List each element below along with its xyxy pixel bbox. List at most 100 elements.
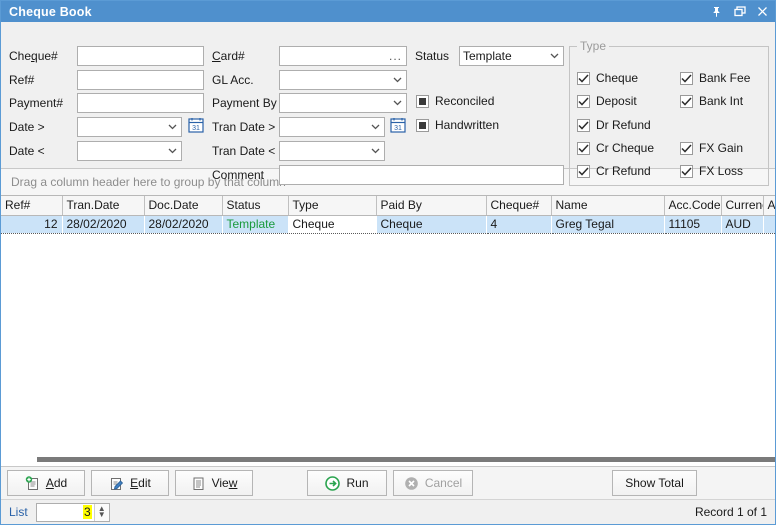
date-gt-calendar-icon[interactable]: 31 xyxy=(188,117,204,133)
date-lt-combo[interactable] xyxy=(77,141,182,161)
cell-type[interactable]: Cheque xyxy=(288,214,376,234)
label-status: Status xyxy=(415,49,450,63)
edit-button[interactable]: Edit xyxy=(91,470,169,496)
comment-input[interactable] xyxy=(279,165,564,185)
stepper-down-icon[interactable]: ▼ xyxy=(98,511,106,519)
payment-by-combo[interactable] xyxy=(279,93,407,113)
run-button[interactable]: Run xyxy=(307,470,387,496)
restore-icon[interactable] xyxy=(729,2,750,21)
add-button-label: Add xyxy=(45,476,68,490)
scrollbar-thumb[interactable] xyxy=(37,457,775,462)
list-label: List xyxy=(9,505,28,519)
checkmark-icon xyxy=(577,71,590,85)
ref-no-input[interactable] xyxy=(77,70,204,90)
cell-status[interactable]: Template xyxy=(222,214,288,234)
table-row[interactable]: 12 28/02/2020 28/02/2020 Template Cheque… xyxy=(1,214,775,234)
type-groupbox: Type Cheque Bank Fee Deposit Bank Int Dr… xyxy=(569,39,769,186)
chevron-down-icon xyxy=(393,94,402,112)
checkmark-icon xyxy=(577,141,590,155)
checkmark-icon xyxy=(680,164,693,178)
view-button[interactable]: View xyxy=(175,470,253,496)
tran-date-gt-calendar-icon[interactable]: 31 xyxy=(390,117,406,133)
edit-button-label: Edit xyxy=(130,476,151,490)
column-header-name[interactable]: Name xyxy=(551,196,665,216)
cell-name[interactable]: Greg Tegal xyxy=(551,214,664,234)
type-checkbox-dr-refund[interactable]: Dr Refund xyxy=(577,118,651,132)
show-total-button-label: Show Total xyxy=(625,476,684,490)
type-checkbox-bank-fee[interactable]: Bank Fee xyxy=(680,71,750,85)
column-header-paid-by[interactable]: Paid By xyxy=(376,196,487,216)
column-header-cheque-no[interactable]: Cheque# xyxy=(486,196,552,216)
type-checkbox-fx-loss[interactable]: FX Loss xyxy=(680,164,743,178)
cancel-button: Cancel xyxy=(393,470,473,496)
type-checkbox-fx-gain[interactable]: FX Gain xyxy=(680,141,743,155)
type-label-fx-loss: FX Loss xyxy=(699,164,744,178)
cheque-book-window: Cheque Book Cheque# Ref# Payment# Date >… xyxy=(0,0,776,525)
title-bar: Cheque Book xyxy=(1,1,775,22)
type-checkbox-bank-int[interactable]: Bank Int xyxy=(680,94,743,108)
label-gl-acc: GL Acc. xyxy=(212,73,254,87)
list-number-value[interactable]: 3 xyxy=(37,504,94,521)
type-label-dr-refund: Dr Refund xyxy=(596,118,651,132)
checkmark-icon xyxy=(680,71,693,85)
card-no-input[interactable]: ... xyxy=(279,46,407,66)
type-label-cr-refund: Cr Refund xyxy=(596,164,651,178)
column-header-acc-code[interactable]: Acc.Code xyxy=(664,196,722,216)
gl-acc-combo[interactable] xyxy=(279,70,407,90)
type-checkbox-deposit[interactable]: Deposit xyxy=(577,94,637,108)
cell-acc-code[interactable]: 11105 xyxy=(664,214,721,234)
close-icon[interactable] xyxy=(752,2,773,21)
edit-pencil-icon xyxy=(109,476,124,491)
filter-panel: Cheque# Ref# Payment# Date > Date < 31 C… xyxy=(1,22,775,186)
add-button[interactable]: Add xyxy=(7,470,85,496)
type-checkbox-cheque[interactable]: Cheque xyxy=(577,71,638,85)
type-checkbox-cr-cheque[interactable]: Cr Cheque xyxy=(577,141,654,155)
window-title: Cheque Book xyxy=(9,4,92,19)
label-tran-date-gt: Tran Date > xyxy=(212,120,276,134)
cheque-no-input[interactable] xyxy=(77,46,204,66)
chevron-down-icon xyxy=(371,118,380,136)
column-header-ref-no[interactable]: Ref# xyxy=(1,196,63,216)
horizontal-scrollbar[interactable] xyxy=(4,456,775,464)
cancel-icon xyxy=(404,476,419,491)
checkbox-indeterminate-icon xyxy=(416,118,429,132)
type-label-deposit: Deposit xyxy=(596,94,637,108)
status-combo[interactable]: Template xyxy=(459,46,564,66)
payment-no-input[interactable] xyxy=(77,93,204,113)
tran-date-gt-combo[interactable] xyxy=(279,117,385,137)
date-gt-combo[interactable] xyxy=(77,117,182,137)
column-header-currency[interactable]: Currenc xyxy=(721,196,764,216)
checkmark-icon xyxy=(577,94,590,108)
handwritten-checkbox[interactable]: Handwritten xyxy=(416,118,499,132)
cell-doc-date[interactable]: 28/02/2020 xyxy=(144,214,222,234)
checkmark-icon xyxy=(680,94,693,108)
list-number-stepper[interactable]: 3 ▲ ▼ xyxy=(35,502,110,522)
cell-tran-date[interactable]: 28/02/2020 xyxy=(62,214,144,234)
pin-icon[interactable] xyxy=(706,2,727,21)
column-header-type[interactable]: Type xyxy=(288,196,377,216)
records-grid[interactable]: Ref# Tran.Date Doc.Date Status Type Paid… xyxy=(1,196,775,467)
stepper-buttons[interactable]: ▲ ▼ xyxy=(93,503,109,521)
tran-date-lt-combo[interactable] xyxy=(279,141,385,161)
type-checkbox-cr-refund[interactable]: Cr Refund xyxy=(577,164,651,178)
type-label-cheque: Cheque xyxy=(596,71,639,85)
cell-amt[interactable]: $200.0 xyxy=(763,214,775,234)
cell-cheque-no[interactable]: 4 xyxy=(486,214,551,234)
cell-currency[interactable]: AUD xyxy=(721,214,763,234)
svg-text:31: 31 xyxy=(394,125,402,132)
checkmark-icon xyxy=(577,118,590,132)
record-counter: Record 1 of 1 xyxy=(694,505,767,519)
reconciled-label: Reconciled xyxy=(435,94,495,108)
cell-ref-no[interactable]: 12 xyxy=(1,214,62,234)
cell-paid-by[interactable]: Cheque xyxy=(376,214,486,234)
label-comment: Comment xyxy=(212,168,265,182)
reconciled-checkbox[interactable]: Reconciled xyxy=(416,94,494,108)
column-header-tran-date[interactable]: Tran.Date xyxy=(62,196,145,216)
show-total-button[interactable]: Show Total xyxy=(612,470,697,496)
card-lookup-button[interactable]: ... xyxy=(389,47,402,65)
type-label-bank-int: Bank Int xyxy=(699,94,744,108)
column-header-status[interactable]: Status xyxy=(222,196,289,216)
column-header-amt[interactable]: Amt xyxy=(763,196,775,216)
column-header-doc-date[interactable]: Doc.Date xyxy=(144,196,223,216)
add-document-icon xyxy=(25,475,40,491)
